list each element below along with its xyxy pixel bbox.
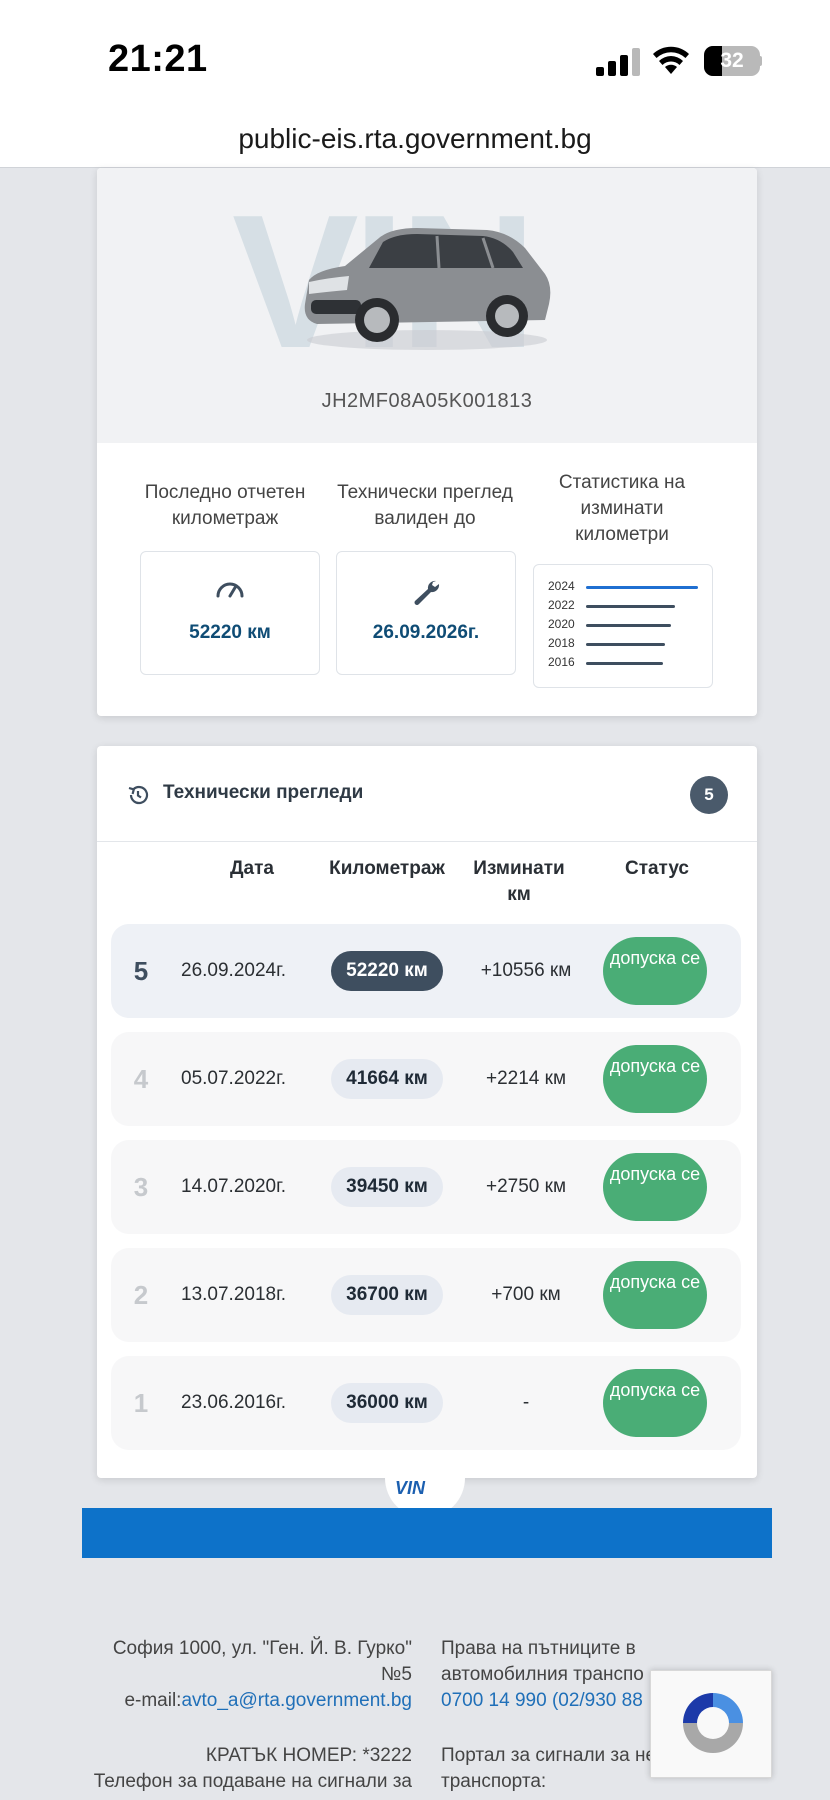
vin-logo: VIN bbox=[395, 1478, 426, 1498]
signal-icon bbox=[596, 48, 640, 76]
footer-band bbox=[82, 1508, 772, 1558]
history-icon bbox=[128, 785, 149, 805]
chart-year: 2020 bbox=[548, 617, 575, 631]
battery-icon: 32 bbox=[704, 46, 760, 76]
row-status-badge: допуска се bbox=[603, 1045, 707, 1113]
vehicle-card: VIN JH2MF08A05K001813 Последно отчетен к… bbox=[97, 168, 757, 716]
chart-row: 2020 bbox=[548, 617, 708, 633]
row-number: 1 bbox=[133, 1388, 149, 1418]
inspections-count-badge: 5 bbox=[690, 776, 728, 814]
address-bar[interactable]: public-eis.rta.government.bg bbox=[0, 110, 830, 168]
vehicle-hero: VIN JH2MF08A05K001813 bbox=[97, 168, 757, 443]
chart-bar bbox=[586, 605, 675, 608]
email-link[interactable]: avto_a@rta.government.bg bbox=[181, 1690, 412, 1711]
km-stats-label: Статистика на изминати километри bbox=[558, 472, 686, 545]
phone-label: Телефон за подаване на сигнали за bbox=[93, 1771, 412, 1792]
row-km-pill: 39450 км bbox=[331, 1167, 443, 1207]
inspection-valid-value: 26.09.2026г. bbox=[372, 622, 480, 643]
km-stats-chart[interactable]: 2024 2022 2020 2018 2016 bbox=[533, 564, 713, 688]
rights-line-1: Права на пътниците в bbox=[441, 1638, 636, 1659]
car-image bbox=[304, 228, 551, 350]
portal-line-1: Портал за сигнали за не bbox=[441, 1745, 656, 1766]
inspection-row[interactable]: 3 14.07.2020г. 39450 км +2750 км допуска… bbox=[111, 1140, 741, 1234]
email-prefix: e-mail: bbox=[124, 1690, 182, 1711]
footer-rights: Права на пътниците в автомобилния трансп… bbox=[441, 1636, 661, 1714]
vin-code: JH2MF08A05K001813 bbox=[321, 390, 533, 412]
inspections-header[interactable]: Технически прегледи 5 bbox=[97, 746, 757, 842]
row-km-pill: 52220 км bbox=[331, 951, 443, 991]
chart-year: 2018 bbox=[548, 636, 575, 650]
chart-row: 2018 bbox=[548, 636, 708, 652]
speedometer-icon bbox=[141, 578, 319, 603]
inspection-valid-label: Технически преглед валиден до bbox=[337, 482, 513, 529]
chart-row: 2016 bbox=[548, 655, 708, 671]
column-header-status: Статус bbox=[624, 858, 690, 879]
rights-line-2: автомобилния транспо bbox=[441, 1664, 644, 1685]
address-line-2: №5 bbox=[381, 1664, 412, 1685]
row-number: 2 bbox=[133, 1280, 149, 1310]
inspection-row[interactable]: 1 23.06.2016г. 36000 км - допуска се bbox=[111, 1356, 741, 1450]
footer-portal: Портал за сигнали за не транспорта: bbox=[441, 1743, 656, 1795]
row-number: 5 bbox=[133, 956, 149, 986]
row-km-pill: 36000 км bbox=[331, 1383, 443, 1423]
inspection-row[interactable]: 5 26.09.2024г. 52220 км +10556 км допуск… bbox=[111, 924, 741, 1018]
row-status-badge: допуска се bbox=[603, 1261, 707, 1329]
row-status-badge: допуска се bbox=[603, 1153, 707, 1221]
chart-bar bbox=[586, 662, 663, 665]
row-date: 26.09.2024г. bbox=[181, 960, 286, 981]
chart-bar bbox=[586, 586, 698, 589]
recaptcha-icon bbox=[683, 1693, 743, 1753]
chart-bar bbox=[586, 643, 665, 646]
battery-nub bbox=[758, 56, 762, 66]
row-km-pill: 36700 км bbox=[331, 1275, 443, 1315]
column-header-km: Километраж bbox=[329, 858, 445, 879]
row-km-diff: +700 км bbox=[491, 1284, 561, 1305]
footer-short-number: КРАТЪК НОМЕР: *3222 Телефон за подаване … bbox=[60, 1743, 412, 1795]
mileage-value: 52220 км bbox=[189, 622, 271, 643]
inspections-title: Технически прегледи bbox=[163, 782, 364, 803]
chart-bar bbox=[586, 624, 671, 627]
address-line-1: София 1000, ул. "Ген. Й. В. Гурко" bbox=[112, 1638, 412, 1659]
battery-level: 32 bbox=[720, 49, 744, 72]
inspection-row[interactable]: 4 05.07.2022г. 41664 км +2214 км допуска… bbox=[111, 1032, 741, 1126]
row-number: 4 bbox=[133, 1064, 149, 1094]
email-line: e-mail:avto_a@rta.government.bg bbox=[90, 1688, 412, 1714]
row-km-diff: +2750 км bbox=[485, 1176, 567, 1197]
url-text: public-eis.rta.government.bg bbox=[238, 123, 592, 154]
clock: 21:21 bbox=[108, 38, 208, 80]
footer-address: София 1000, ул. "Ген. Й. В. Гурко" №5 e-… bbox=[90, 1636, 412, 1714]
row-km-pill: 41664 км bbox=[331, 1059, 443, 1099]
mileage-label: Последно отчетен километраж bbox=[144, 482, 306, 529]
chart-year: 2022 bbox=[548, 598, 575, 612]
chart-year: 2024 bbox=[548, 579, 575, 593]
row-number: 3 bbox=[133, 1172, 149, 1202]
row-km-diff: - bbox=[522, 1392, 530, 1413]
chart-year: 2016 bbox=[548, 655, 575, 669]
row-date: 14.07.2020г. bbox=[181, 1176, 286, 1197]
row-status-badge: допуска се bbox=[603, 1369, 707, 1437]
row-km-diff: +2214 км bbox=[485, 1068, 567, 1089]
status-bar: 21:21 32 bbox=[0, 0, 830, 110]
portal-line-2: транспорта: bbox=[441, 1771, 547, 1792]
row-date: 05.07.2022г. bbox=[181, 1068, 286, 1089]
chart-row: 2024 bbox=[548, 579, 708, 595]
inspections-card: Технически прегледи 5 Дата Километраж Из… bbox=[97, 746, 757, 1478]
row-km-diff: +10556 км bbox=[480, 960, 572, 981]
row-date: 23.06.2016г. bbox=[181, 1392, 286, 1413]
mileage-box: 52220 км bbox=[140, 551, 320, 675]
row-date: 13.07.2018г. bbox=[181, 1284, 286, 1305]
short-number: КРАТЪК НОМЕР: *3222 bbox=[205, 1745, 412, 1766]
column-header-diff: Изминати км bbox=[473, 858, 565, 905]
column-header-date: Дата bbox=[230, 858, 274, 879]
inspection-row[interactable]: 2 13.07.2018г. 36700 км +700 км допуска … bbox=[111, 1248, 741, 1342]
recaptcha-widget[interactable] bbox=[650, 1670, 772, 1778]
chart-row: 2022 bbox=[548, 598, 708, 614]
wifi-icon bbox=[653, 46, 689, 74]
row-status-badge: допуска се bbox=[603, 937, 707, 1005]
wrench-icon bbox=[337, 578, 515, 611]
inspection-valid-box: 26.09.2026г. bbox=[336, 551, 516, 675]
rights-phone-link[interactable]: 0700 14 990 (02/930 88 bbox=[441, 1688, 661, 1714]
